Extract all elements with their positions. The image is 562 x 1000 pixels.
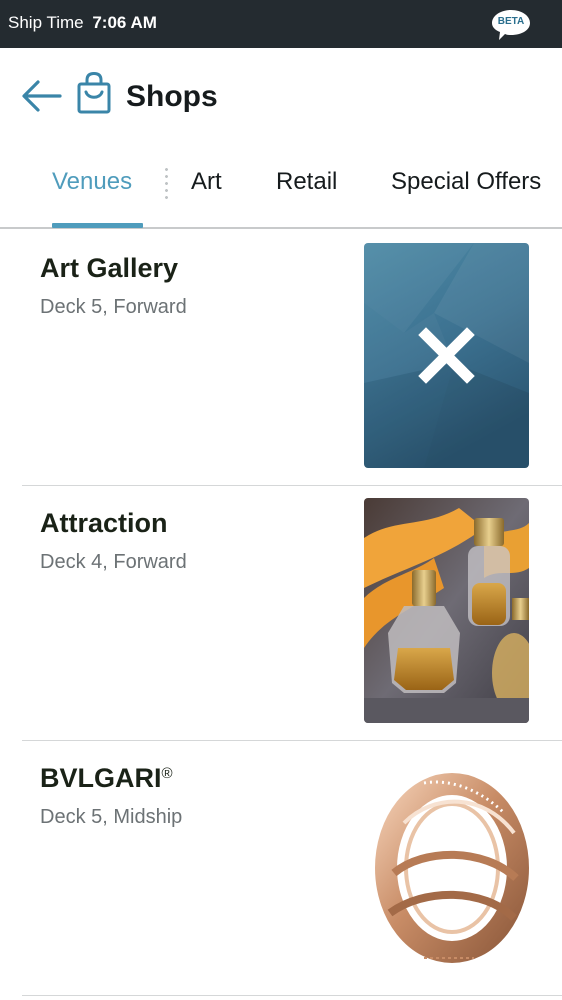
venue-name-text: BVLGARI <box>40 763 162 793</box>
arrow-left-icon <box>22 80 62 112</box>
tab-special-offers[interactable]: Special Offers <box>391 168 541 196</box>
shopping-bag-icon <box>76 71 112 114</box>
list-item[interactable]: Art Gallery Deck 5, Forward <box>22 231 562 486</box>
active-tab-indicator <box>52 223 143 228</box>
venue-location: Deck 5, Midship <box>40 806 183 828</box>
ship-time-value: 7:06 AM <box>92 13 157 32</box>
placeholder-thumbnail <box>364 243 529 468</box>
tab-venues[interactable]: Venues <box>52 168 132 196</box>
gold-ring-photo <box>364 753 529 978</box>
venue-name-text: Attraction <box>40 508 168 538</box>
beta-badge: BETA <box>491 8 531 40</box>
venue-name: BVLGARI® <box>40 763 173 794</box>
ship-time-label: Ship Time <box>8 13 84 32</box>
ship-time: Ship Time 7:06 AM <box>8 13 157 33</box>
page-title: Shops <box>126 80 218 113</box>
list-item[interactable]: Attraction Deck 4, Forward <box>22 486 562 741</box>
status-bar: Ship Time 7:06 AM BETA <box>0 0 562 48</box>
tab-bar: Venues Art Retail Special Offers <box>0 150 562 229</box>
tab-retail[interactable]: Retail <box>276 168 337 196</box>
header: Shops <box>0 48 562 144</box>
venue-location: Deck 4, Forward <box>40 551 187 573</box>
perfume-bottles-photo <box>364 498 529 723</box>
back-button[interactable] <box>20 78 64 114</box>
tab-art[interactable]: Art <box>191 168 222 196</box>
venue-name-text: Art Gallery <box>40 253 179 283</box>
beta-label: BETA <box>497 16 525 27</box>
venue-name: Art Gallery <box>40 253 178 284</box>
venue-location: Deck 5, Forward <box>40 296 187 318</box>
placeholder-x-icon <box>364 243 529 468</box>
tab-divider <box>165 166 168 202</box>
list-item[interactable]: BVLGARI® Deck 5, Midship <box>22 741 562 996</box>
venue-name: Attraction <box>40 508 168 539</box>
trademark-symbol: ® <box>161 765 173 782</box>
